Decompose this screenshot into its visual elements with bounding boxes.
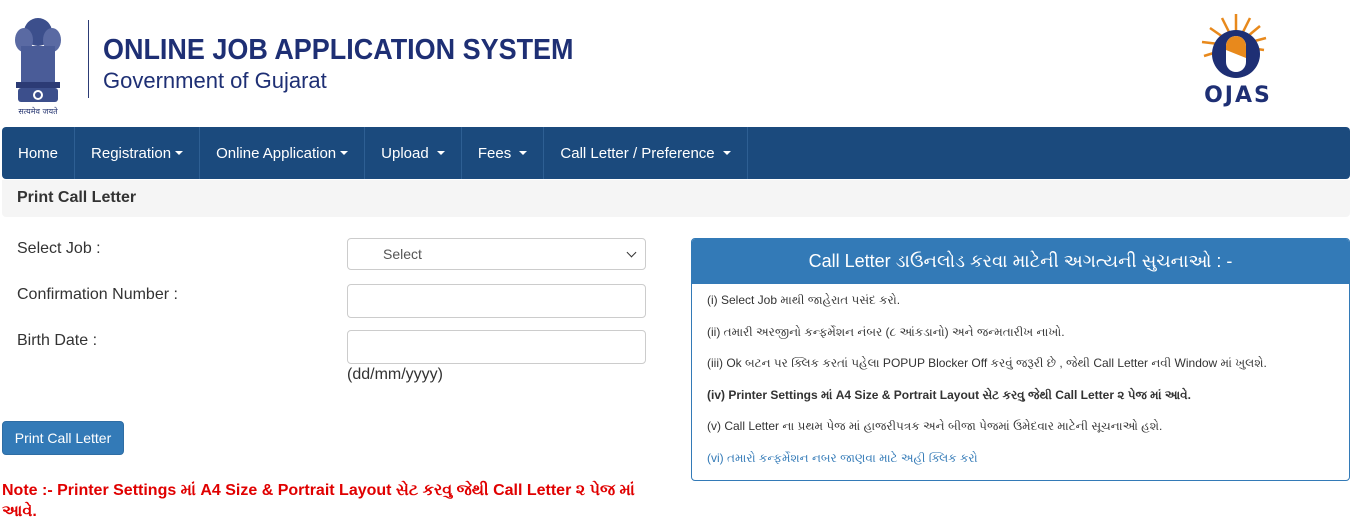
birth-date-input[interactable] [347,330,646,364]
nav-home[interactable]: Home [2,127,76,179]
confirmation-number-input[interactable] [347,284,646,318]
ojas-logo-icon: OJAS [1201,14,1272,108]
caret-down-icon [436,151,445,155]
select-job-dropdown[interactable]: Select [347,238,646,270]
nav-upload-label: Upload [381,144,429,162]
instruction-item: (iii) Ok બટન પર ક્લિક કરતાં પહેલા POPUP … [707,356,1267,370]
nav-registration-label: Registration [91,144,172,162]
nav-call-letter-label: Call Letter / Preference [560,144,715,162]
instructions-panel: Call Letter ડાઉનલોડ કરવા માટેની અગત્યની … [691,238,1350,481]
site-title: ONLINE JOB APPLICATION SYSTEM [103,34,574,66]
nav-fees[interactable]: Fees [462,127,545,179]
header-divider [88,20,89,98]
main-navbar: Home Registration Online Application Upl… [2,127,1350,179]
birth-date-label: Birth Date : [17,332,98,349]
instruction-item: (v) Call Letter ના પ્રથમ પેજ માં હાજરીપત… [707,419,1163,433]
page-title: Print Call Letter [17,189,137,206]
page-heading-bar: Print Call Letter [2,180,1350,217]
site-header: सत्यमेव जयते ONLINE JOB APPLICATION SYST… [0,0,1353,126]
birth-date-format-hint: (dd/mm/yyyy) [347,366,443,383]
caret-down-icon [175,151,184,155]
confirmation-number-label: Confirmation Number : [17,286,178,303]
caret-down-icon [340,151,349,155]
nav-online-application-label: Online Application [216,144,337,162]
ojas-logo-text: OJAS [1204,83,1272,108]
nav-upload[interactable]: Upload [365,127,462,179]
print-call-letter-button[interactable]: Print Call Letter [2,421,124,455]
instruction-item: (ii) તમારી અરજીનો કન્ફર્મેશન નંબર (૮ આંક… [707,324,1065,339]
select-job-label: Select Job : [17,240,101,257]
nav-online-application[interactable]: Online Application [200,127,366,179]
select-job-value: Select [383,246,422,262]
printer-settings-note: Note :- Printer Settings માં A4 Size & P… [2,482,635,520]
national-emblem-icon: सत्यमेव जयते [15,18,61,116]
instructions-title: Call Letter ડાઉનલોડ કરવા માટેની અગત્યની … [692,239,1349,284]
site-subtitle: Government of Gujarat [103,68,327,93]
nav-call-letter-preference[interactable]: Call Letter / Preference [544,127,748,179]
caret-down-icon [722,151,731,155]
find-confirmation-number-link[interactable]: (vi) તમારો કન્ફર્મેશન નબર જાણવા માટે અહી… [707,450,1334,481]
instructions-list: (i) Select Job માથી જાહેરાત પસંદ કરો. (i… [692,284,1349,481]
caret-down-icon [519,151,528,155]
chevron-down-icon [626,247,637,257]
nav-home-label: Home [18,144,59,162]
instruction-item: (i) Select Job માથી જાહેરાત પસંદ કરો. [707,293,901,307]
emblem-caption: सत्यमेव जयते [18,106,58,116]
nav-registration[interactable]: Registration [75,127,201,179]
nav-fees-label: Fees [477,144,512,162]
instruction-item: (iv) Printer Settings માં A4 Size & Port… [707,387,1191,402]
